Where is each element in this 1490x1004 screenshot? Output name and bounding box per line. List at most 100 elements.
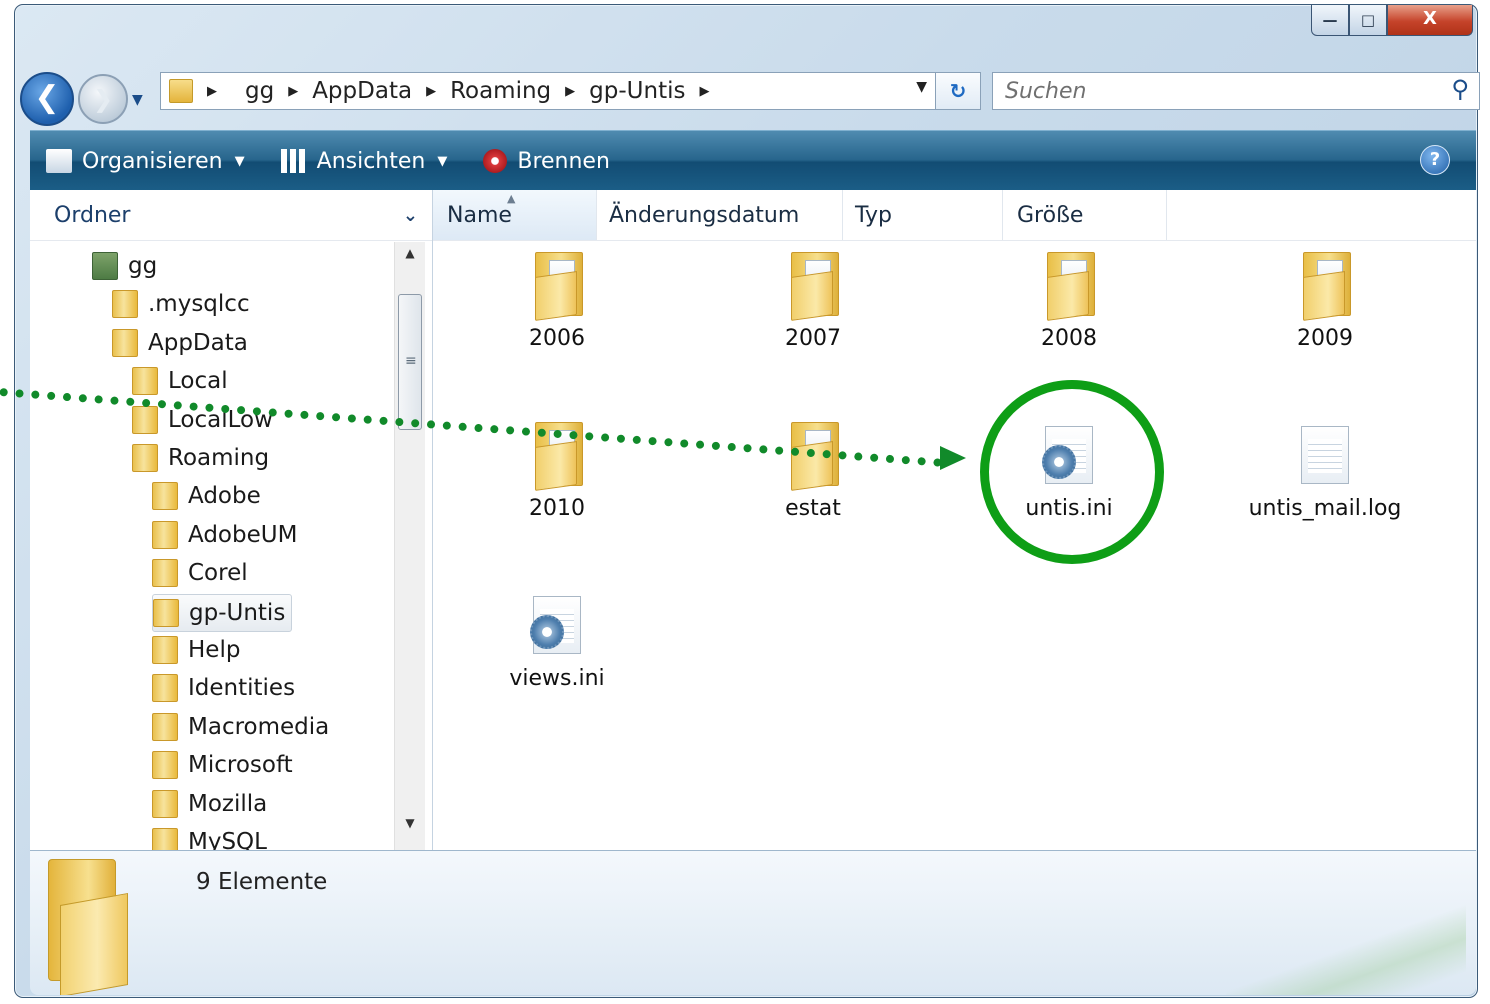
breadcrumb-roaming[interactable]: Roaming	[450, 78, 551, 104]
file-item-2008[interactable]: 2008	[979, 246, 1159, 396]
tree-item-macromedia[interactable]: Macromedia	[152, 709, 329, 745]
tree-item-roaming[interactable]: Roaming	[132, 440, 269, 476]
tree-item-appdata[interactable]: AppData	[112, 325, 248, 361]
views-icon	[280, 149, 307, 173]
folder-icon	[152, 520, 178, 549]
annotation-highlight-circle	[980, 380, 1164, 564]
tree-item-label: Corel	[188, 560, 248, 587]
file-item-2007[interactable]: 2007	[723, 246, 903, 396]
folder-icon	[153, 598, 179, 627]
tree-item-adobe[interactable]: Adobe	[152, 478, 261, 514]
tree-item-microsoft[interactable]: Microsoft	[152, 747, 293, 783]
folder-icon	[152, 559, 178, 588]
folder-pane-title: Ordner	[54, 202, 131, 228]
minimize-icon: —	[1322, 11, 1338, 29]
tree-item-label: AdobeUM	[188, 521, 298, 548]
refresh-button[interactable]: ↻	[935, 72, 981, 110]
chevron-down-icon[interactable]: ⌄	[403, 205, 418, 226]
file-item-label: estat	[785, 496, 841, 521]
breadcrumb-children-arrow[interactable]: ▶	[699, 84, 723, 99]
folder-icon	[1047, 252, 1095, 321]
tree-item-mysql[interactable]: MySQL	[152, 824, 267, 850]
item-count: 9 Elemente	[196, 869, 328, 895]
search-input[interactable]	[1003, 73, 1427, 109]
maximize-button[interactable]: □	[1349, 5, 1387, 36]
breadcrumb-gp-untis[interactable]: gp-Untis	[589, 78, 685, 104]
close-icon: X	[1423, 8, 1437, 29]
file-item-label: untis_mail.log	[1248, 496, 1402, 521]
grip-icon: ≡	[405, 353, 417, 369]
tree-item-identities[interactable]: Identities	[152, 670, 295, 706]
file-item-2006[interactable]: 2006	[467, 246, 647, 396]
forward-button[interactable]: ❯	[78, 74, 128, 124]
folder-icon	[48, 859, 140, 995]
column-header-name[interactable]: Name ▲	[433, 190, 597, 240]
burn-disc-icon	[483, 149, 508, 173]
text-file-icon	[1301, 426, 1349, 484]
help-button[interactable]: ?	[1420, 145, 1450, 175]
column-header-type[interactable]: Typ	[843, 190, 1003, 240]
folder-pane-header[interactable]: Ordner ⌄	[30, 190, 432, 241]
folder-icon	[152, 828, 178, 850]
folder-icon	[132, 444, 158, 472]
organize-icon	[46, 149, 72, 173]
breadcrumb-gg[interactable]: gg	[245, 78, 274, 104]
tree-item-label: Roaming	[168, 445, 270, 471]
breadcrumb-appdata[interactable]: AppData	[312, 78, 412, 104]
address-bar[interactable]: ▶ gg ▶ AppData ▶ Roaming ▶ gp-Untis ▶ ▼	[160, 72, 936, 110]
tree-item-help[interactable]: Help	[152, 632, 240, 668]
column-header-date[interactable]: Änderungsdatum	[597, 190, 843, 240]
tree-item-local[interactable]: Local	[132, 363, 228, 399]
file-item-label: 2006	[529, 326, 585, 351]
file-item-label: 2010	[529, 496, 585, 521]
column-header-size[interactable]: Größe	[1003, 190, 1167, 240]
file-item-label: views.ini	[509, 666, 605, 691]
file-item-untis-mail-log[interactable]: untis_mail.log	[1235, 416, 1415, 566]
command-bar: Organisieren ▼ Ansichten ▼ Brennen ?	[30, 130, 1476, 191]
folder-icon	[132, 367, 158, 396]
tree-item-label: gp-Untis	[189, 599, 286, 626]
file-item-estat[interactable]: estat	[723, 416, 903, 566]
chevron-down-icon: ▼	[437, 153, 448, 169]
breadcrumb-separator: ▶	[565, 83, 576, 99]
burn-button[interactable]: Brennen	[483, 149, 610, 174]
history-dropdown-icon[interactable]: ▼	[132, 92, 143, 108]
folder-pane-scrollbar[interactable]: ▲ ≡ ▼	[394, 242, 425, 850]
tree-item-label: AppData	[148, 329, 248, 356]
address-dropdown-icon[interactable]: ▼	[916, 79, 927, 95]
tree-item-label: Adobe	[188, 483, 261, 510]
back-button[interactable]: ❮	[20, 72, 74, 126]
organize-button[interactable]: Organisieren ▼	[46, 149, 265, 174]
close-button[interactable]: X	[1387, 5, 1473, 36]
folder-icon	[112, 290, 138, 319]
tree-item-corel[interactable]: Corel	[152, 555, 248, 591]
annotation-arrowhead	[940, 446, 966, 470]
user-folder-icon	[92, 252, 118, 280]
tree-item-label: Macromedia	[188, 713, 330, 740]
breadcrumb-root-arrow[interactable]: ▶	[207, 84, 231, 99]
scroll-down-icon[interactable]: ▼	[395, 816, 425, 846]
tree-item-adobeum[interactable]: AdobeUM	[152, 517, 297, 553]
folder-icon	[152, 751, 178, 780]
file-item-views-ini[interactable]: views.ini	[467, 586, 647, 736]
scroll-up-icon[interactable]: ▲	[395, 246, 425, 276]
tree-item-mysqlcc[interactable]: .mysqlcc	[112, 286, 250, 322]
scrollbar-thumb[interactable]: ≡	[398, 294, 422, 430]
search-icon[interactable]: ⚲	[1451, 75, 1469, 103]
chevron-down-icon: ▼	[234, 153, 245, 169]
details-pane: 9 Elemente	[30, 850, 1476, 995]
folder-icon	[152, 482, 178, 511]
tree-item-label: Help	[188, 637, 241, 663]
decorative-swoosh	[1226, 855, 1466, 995]
tree-item-mozilla[interactable]: Mozilla	[152, 786, 267, 822]
views-button[interactable]: Ansichten ▼	[280, 149, 468, 174]
minimize-button[interactable]: —	[1311, 5, 1349, 36]
tree-item-gp-untis[interactable]: gp-Untis	[152, 593, 293, 632]
tree-item-label: Microsoft	[188, 752, 293, 779]
folder-icon	[152, 789, 178, 818]
tree-item-gg[interactable]: gg	[92, 248, 157, 284]
file-item-2009[interactable]: 2009	[1235, 246, 1415, 396]
folder-icon	[1303, 252, 1351, 321]
navigation-bar: ❮ ❯ ▼ ▶ gg ▶ AppData ▶ Roaming ▶ gp-Unti…	[20, 66, 1480, 126]
folder-icon	[152, 712, 178, 741]
